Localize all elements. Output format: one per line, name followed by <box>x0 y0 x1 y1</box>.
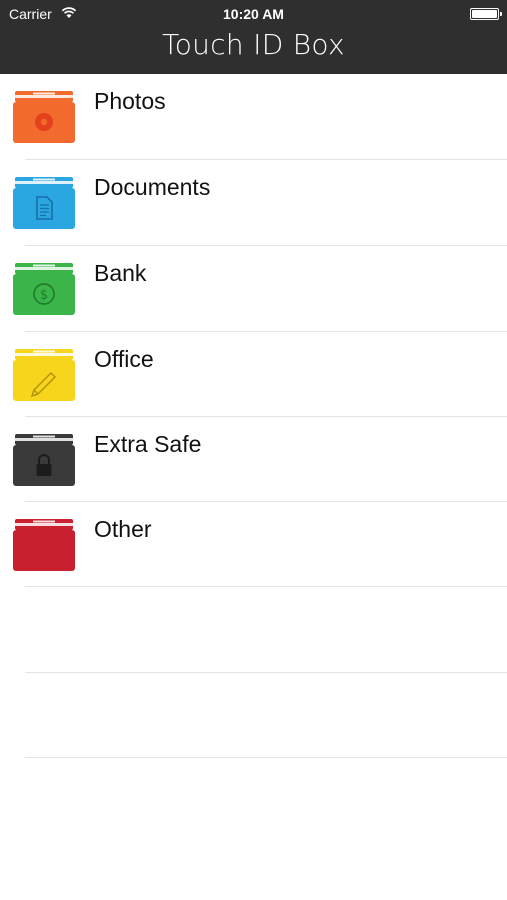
other-box-icon <box>13 519 75 571</box>
list-item-office[interactable]: Office <box>0 332 507 418</box>
photos-box-icon <box>13 91 75 143</box>
list-item-label: Photos <box>94 88 166 114</box>
office-box-icon <box>13 349 75 401</box>
row-divider <box>25 672 507 673</box>
row-divider <box>25 757 507 758</box>
documents-box-icon <box>13 177 75 229</box>
bank-box-icon: $ <box>13 263 75 315</box>
clock: 10:20 AM <box>223 6 284 22</box>
navigation-bar: Touch ID Box <box>0 28 507 74</box>
list-item-label: Bank <box>94 260 147 286</box>
svg-text:$: $ <box>40 288 48 303</box>
status-bar: Carrier 10:20 AM <box>0 0 507 28</box>
list-item-other[interactable]: Other <box>0 502 507 588</box>
battery-icon <box>470 8 502 20</box>
list-item-photos[interactable]: Photos <box>0 74 507 160</box>
list-item-documents[interactable]: Documents <box>0 160 507 246</box>
page-title: Touch ID Box <box>162 28 345 61</box>
list-item-label: Documents <box>94 174 211 200</box>
list-item-bank[interactable]: $ Bank <box>0 246 507 332</box>
list-item-label: Office <box>94 346 154 372</box>
list-item-label: Extra Safe <box>94 431 202 457</box>
row-divider <box>25 586 507 587</box>
extra-safe-box-icon <box>13 434 75 486</box>
list-item-extra-safe[interactable]: Extra Safe <box>0 417 507 503</box>
list-item-label: Other <box>94 516 152 542</box>
